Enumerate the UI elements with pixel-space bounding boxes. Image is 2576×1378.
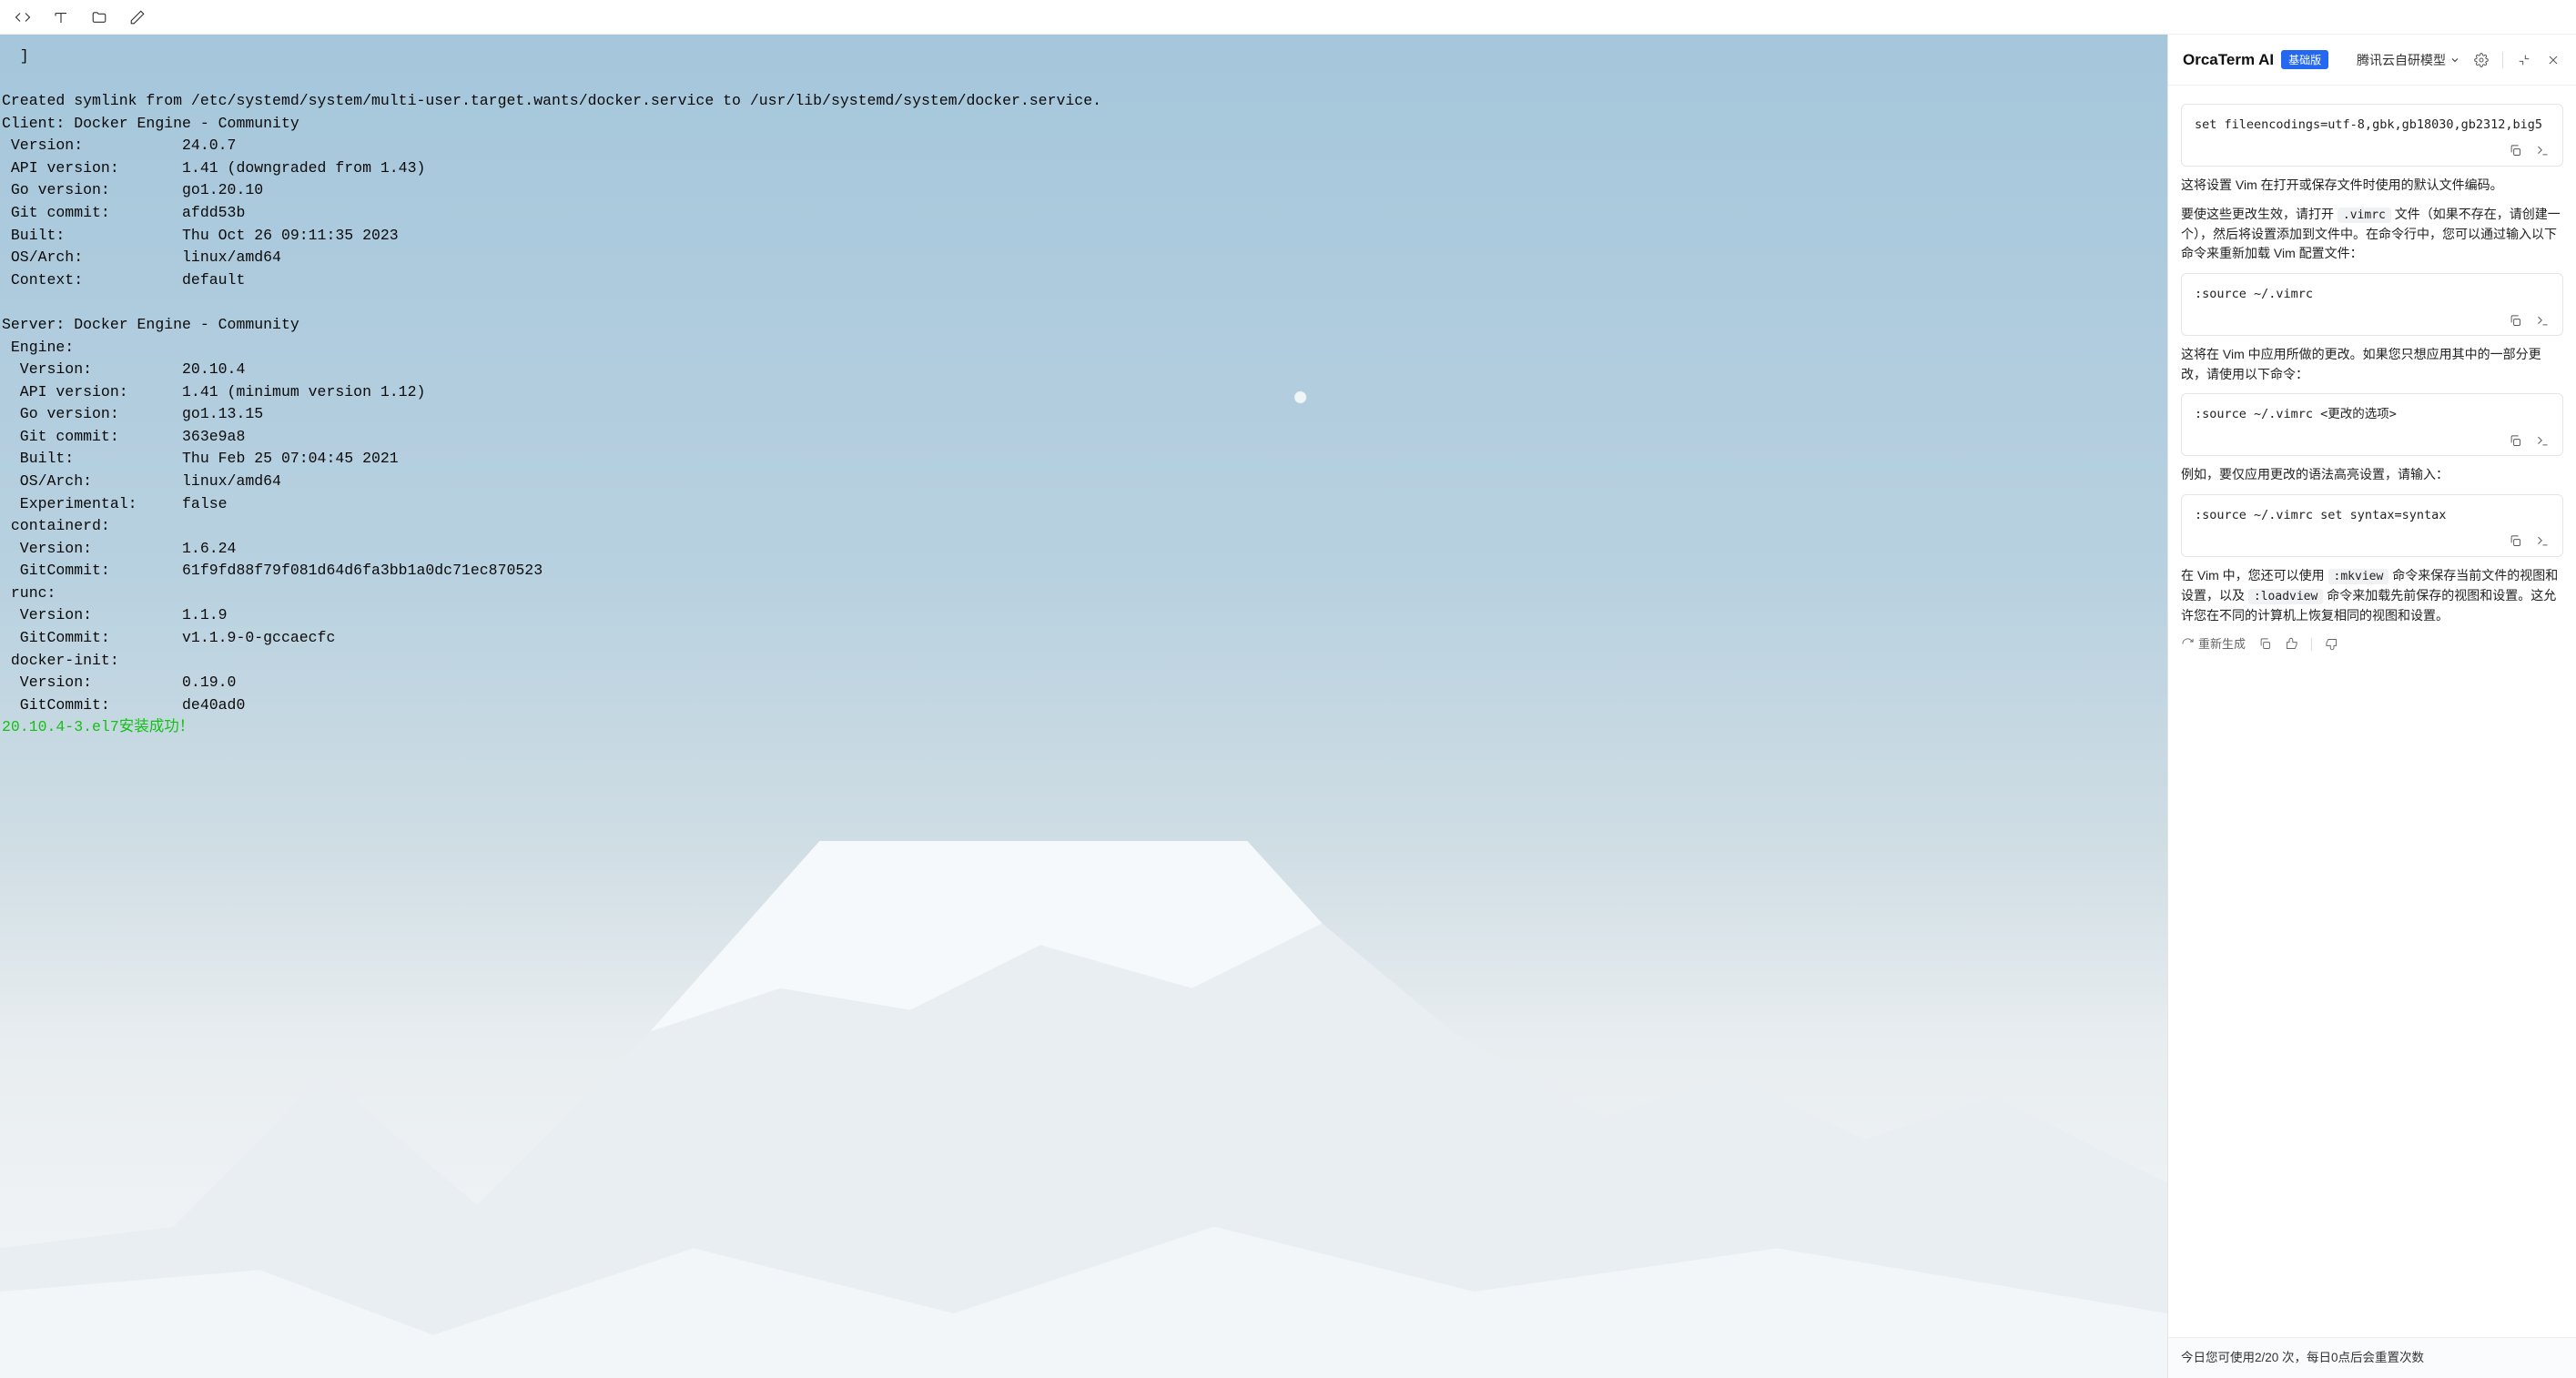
code-block-4: :source ~/.vimrc set syntax=syntax (2181, 494, 2563, 557)
regenerate-button[interactable]: 重新生成 (2181, 635, 2246, 654)
copy-icon[interactable] (2508, 534, 2522, 549)
ai-message-body: set fileencodings=utf-8,gbk,gb18030,gb23… (2168, 86, 2576, 1337)
divider (2311, 638, 2312, 651)
run-icon[interactable] (2535, 144, 2550, 158)
para-1a: 这将设置 Vim 在打开或保存文件时使用的默认文件编码。 (2181, 176, 2563, 196)
main-content: ] Created symlink from /etc/systemd/syst… (0, 35, 2576, 1378)
close-icon[interactable] (2545, 52, 2561, 68)
para-4: 在 Vim 中，您还可以使用 :mkview 命令来保存当前文件的视图和设置，以… (2181, 566, 2563, 626)
success-message: 20.10.4-3.el7安装成功！ (2, 718, 194, 735)
message-actions: 重新生成 (2181, 635, 2563, 654)
top-toolbar (0, 0, 2576, 35)
code-block-2: :source ~/.vimrc (2181, 273, 2563, 336)
run-icon[interactable] (2535, 534, 2550, 549)
mountain-background (0, 841, 2167, 1378)
ai-header: OrcaTerm AI 基础版 腾讯云自研模型 (2168, 35, 2576, 86)
copy-icon[interactable] (2508, 313, 2522, 328)
run-icon[interactable] (2535, 313, 2550, 328)
divider (2502, 52, 2503, 68)
inline-code-mkview: :mkview (2328, 569, 2389, 584)
ai-title: OrcaTerm AI (2183, 51, 2274, 69)
para-2: 这将在 Vim 中应用所做的更改。如果您只想应用其中的一部分更改，请使用以下命令… (2181, 345, 2563, 384)
folder-icon[interactable] (91, 9, 107, 25)
para-1b: 要使这些更改生效，请打开 .vimrc 文件（如果不存在，请创建一个），然后将设… (2181, 205, 2563, 265)
copy-icon[interactable] (2508, 433, 2522, 448)
collapse-icon[interactable] (2516, 52, 2532, 68)
terminal-output: ] Created symlink from /etc/systemd/syst… (0, 35, 2167, 745)
copy-icon[interactable] (2508, 144, 2522, 158)
model-selector[interactable]: 腾讯云自研模型 (2357, 51, 2460, 69)
thumbs-up-icon[interactable] (2285, 637, 2298, 651)
ai-badge: 基础版 (2281, 50, 2328, 69)
format-icon[interactable] (53, 9, 69, 25)
chevron-down-icon (2449, 55, 2460, 66)
inline-code-vimrc: .vimrc (2338, 208, 2391, 223)
thumbs-down-icon[interactable] (2325, 637, 2338, 651)
ai-footer: 今日您可使用2/20 次，每日0点后会重置次数 (2168, 1337, 2576, 1378)
terminal-pane[interactable]: ] Created symlink from /etc/systemd/syst… (0, 35, 2167, 1378)
code-block-1: set fileencodings=utf-8,gbk,gb18030,gb23… (2181, 104, 2563, 167)
code-block-3: :source ~/.vimrc <更改的选项> (2181, 393, 2563, 456)
inline-code-loadview: :loadview (2248, 589, 2323, 604)
edit-icon[interactable] (129, 9, 146, 25)
copy-message-icon[interactable] (2258, 637, 2272, 651)
settings-icon[interactable] (2473, 52, 2490, 68)
para-3: 例如，要仅应用更改的语法高亮设置，请输入： (2181, 465, 2563, 485)
usage-text: 今日您可使用2/20 次，每日0点后会重置次数 (2181, 1347, 2563, 1365)
code-icon[interactable] (15, 9, 31, 25)
run-icon[interactable] (2535, 433, 2550, 448)
ai-panel: OrcaTerm AI 基础版 腾讯云自研模型 (2167, 35, 2576, 1378)
